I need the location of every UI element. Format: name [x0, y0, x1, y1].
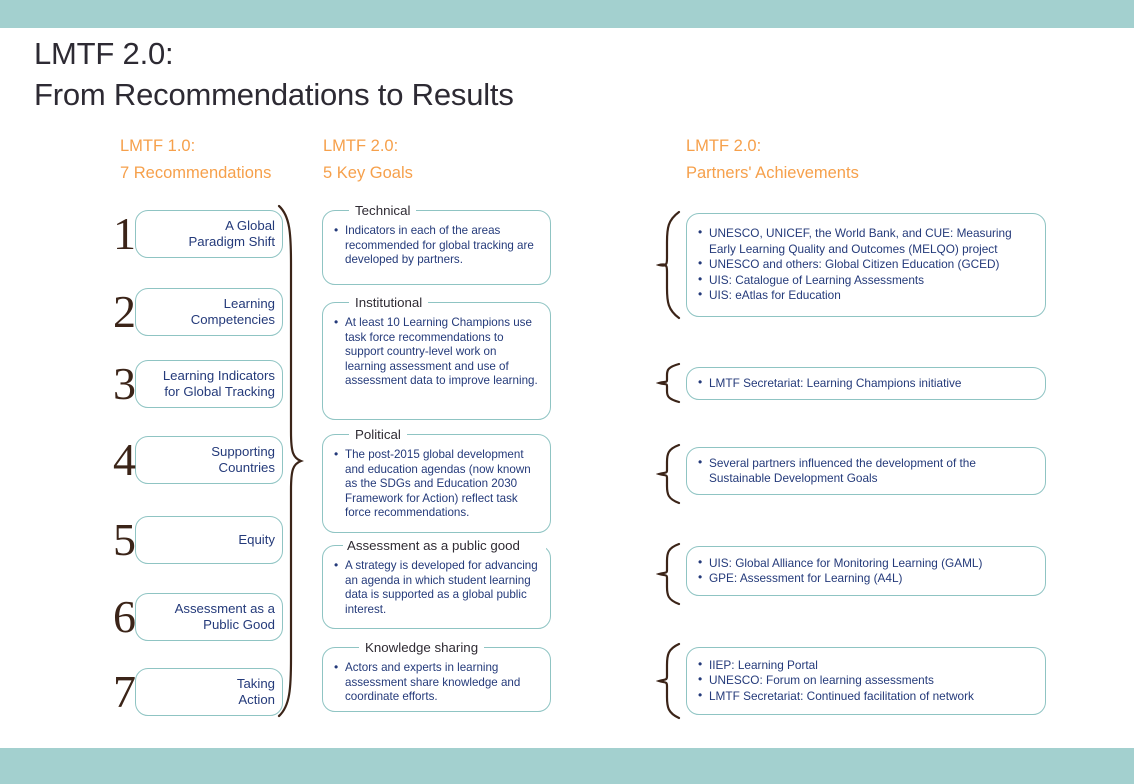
achievement-card-1: UNESCO, UNICEF, the World Bank, and CUE:…: [686, 213, 1046, 317]
goal-legend-public-good: Assessment as a public good: [343, 537, 546, 554]
achievement-bullet: GPE: Assessment for Learning (A4L): [698, 570, 1033, 586]
recommendation-item-6: 6 Assessment as a Public Good: [113, 591, 283, 642]
achievement-bullet: LMTF Secretariat: Learning Champions ini…: [698, 375, 1033, 391]
recommendation-label-7-line-2: Action: [238, 692, 275, 707]
achievement-body-3: Several partners influenced the developm…: [687, 455, 1045, 487]
goal-body-political: The post-2015 global development and edu…: [323, 435, 550, 532]
goal-bullet: Actors and experts in learning assessmen…: [334, 660, 540, 705]
achievement-bullet: UIS: eAtlas for Education: [698, 287, 1033, 303]
recommendation-label-6: Assessment as a Public Good: [139, 593, 275, 641]
goal-body-public-good: A strategy is developed for advancing an…: [323, 546, 550, 628]
goal-legend-knowledge-sharing: Knowledge sharing: [359, 639, 485, 656]
achievement-bullet: UIS: Catalogue of Learning Assessments: [698, 272, 1033, 288]
achievement-body-4: UIS: Global Alliance for Monitoring Lear…: [687, 555, 1045, 587]
goal-card-knowledge-sharing: Knowledge sharing Actors and experts in …: [322, 639, 551, 712]
goal-card-technical: Technical Indicators in each of the area…: [322, 202, 551, 285]
recommendation-label-6-line-1: Assessment as a: [174, 600, 275, 616]
goal-card-public-good: Assessment as a public good A strategy i…: [322, 537, 551, 629]
recommendation-label-3-line-2: for Global Tracking: [164, 384, 275, 399]
recommendation-label-2-line-2: Competencies: [190, 312, 275, 327]
recommendation-label-4-line-2: Countries: [218, 460, 275, 475]
column-heading-achievements-line-2: Partners' Achievements: [686, 164, 859, 182]
column-heading-goals-line-1: LMTF 2.0:: [323, 137, 399, 155]
achievement-card-5: IIEP: Learning Portal UNESCO: Forum on l…: [686, 647, 1046, 715]
achievement-bullet: IIEP: Learning Portal: [698, 657, 1033, 673]
recommendation-item-5: 5 Equity: [113, 514, 283, 565]
goal-body-knowledge-sharing: Actors and experts in learning assessmen…: [323, 648, 550, 716]
achievement-brace-icon-1: [656, 210, 681, 320]
recommendation-label-1-line-2: Paradigm Shift: [188, 234, 276, 249]
recommendation-item-4: 4 Supporting Countries: [113, 434, 283, 485]
achievement-bullet: UIS: Global Alliance for Monitoring Lear…: [698, 555, 1033, 571]
achievement-card-2: LMTF Secretariat: Learning Champions ini…: [686, 367, 1046, 400]
achievement-brace-icon-5: [656, 642, 681, 720]
goal-body-technical: Indicators in each of the areas recommen…: [323, 211, 550, 279]
recommendation-label-3-line-1: Learning Indicators: [162, 367, 275, 383]
achievement-body-1: UNESCO, UNICEF, the World Bank, and CUE:…: [687, 225, 1045, 303]
recommendations-column: 1 A Global Paradigm Shift 2 Learning Com…: [0, 0, 310, 784]
recommendation-label-4-line-1: Supporting: [211, 443, 275, 459]
goal-legend-political: Political: [349, 426, 407, 443]
achievement-bullet: UNESCO and others: Global Citizen Educat…: [698, 256, 1033, 272]
column-heading-achievements-line-1: LMTF 2.0:: [686, 137, 762, 155]
column-heading-goals-line-2: 5 Key Goals: [323, 164, 413, 182]
recommendation-label-1: A Global Paradigm Shift: [139, 210, 276, 258]
recommendation-item-1: 1 A Global Paradigm Shift: [113, 208, 283, 259]
achievement-brace-icon-2: [656, 362, 681, 404]
recommendation-label-7: Taking Action: [139, 668, 275, 716]
goal-card-institutional: Institutional At least 10 Learning Champ…: [322, 294, 551, 420]
recommendation-item-3: 3 Learning Indicators for Global Trackin…: [113, 358, 283, 409]
achievement-card-3: Several partners influenced the developm…: [686, 447, 1046, 495]
goal-body-institutional: At least 10 Learning Champions use task …: [323, 303, 550, 400]
achievement-bullet: LMTF Secretariat: Continued facilitation…: [698, 688, 1033, 704]
recommendation-label-7-line-1: Taking: [236, 675, 275, 691]
recommendation-label-5-line-1: Equity: [238, 531, 275, 547]
achievement-body-2: LMTF Secretariat: Learning Champions ini…: [687, 375, 1045, 391]
grouping-brace-icon: [277, 204, 304, 718]
recommendation-label-2: Learning Competencies: [139, 288, 275, 336]
achievement-bullet: UNESCO, UNICEF, the World Bank, and CUE:…: [698, 225, 1033, 257]
goal-legend-institutional: Institutional: [349, 294, 429, 311]
recommendation-label-3: Learning Indicators for Global Tracking: [139, 360, 275, 408]
achievement-brace-icon-4: [656, 542, 681, 606]
recommendation-label-4: Supporting Countries: [139, 436, 275, 484]
goal-legend-technical: Technical: [349, 202, 417, 219]
recommendation-item-2: 2 Learning Competencies: [113, 286, 283, 337]
goal-bullet: Indicators in each of the areas recommen…: [334, 223, 540, 268]
column-heading-achievements: LMTF 2.0: Partners' Achievements: [686, 133, 859, 187]
goal-card-political: Political The post-2015 global developme…: [322, 426, 551, 533]
achievement-body-5: IIEP: Learning Portal UNESCO: Forum on l…: [687, 657, 1045, 704]
achievement-card-4: UIS: Global Alliance for Monitoring Lear…: [686, 546, 1046, 596]
recommendation-label-5: Equity: [139, 516, 275, 564]
goal-bullet: A strategy is developed for advancing an…: [334, 558, 540, 617]
goal-bullet: At least 10 Learning Champions use task …: [334, 315, 540, 389]
recommendation-label-1-line-1: A Global: [225, 217, 275, 233]
recommendation-item-7: 7 Taking Action: [113, 666, 283, 717]
achievement-brace-icon-3: [656, 443, 681, 505]
column-heading-goals: LMTF 2.0: 5 Key Goals: [323, 133, 413, 187]
recommendation-label-2-line-1: Learning: [223, 295, 275, 311]
achievement-bullet: UNESCO: Forum on learning assessments: [698, 672, 1033, 688]
goal-bullet: The post-2015 global development and edu…: [334, 447, 540, 521]
recommendation-label-6-line-2: Public Good: [203, 617, 275, 632]
achievement-bullet: Several partners influenced the developm…: [698, 455, 1033, 487]
